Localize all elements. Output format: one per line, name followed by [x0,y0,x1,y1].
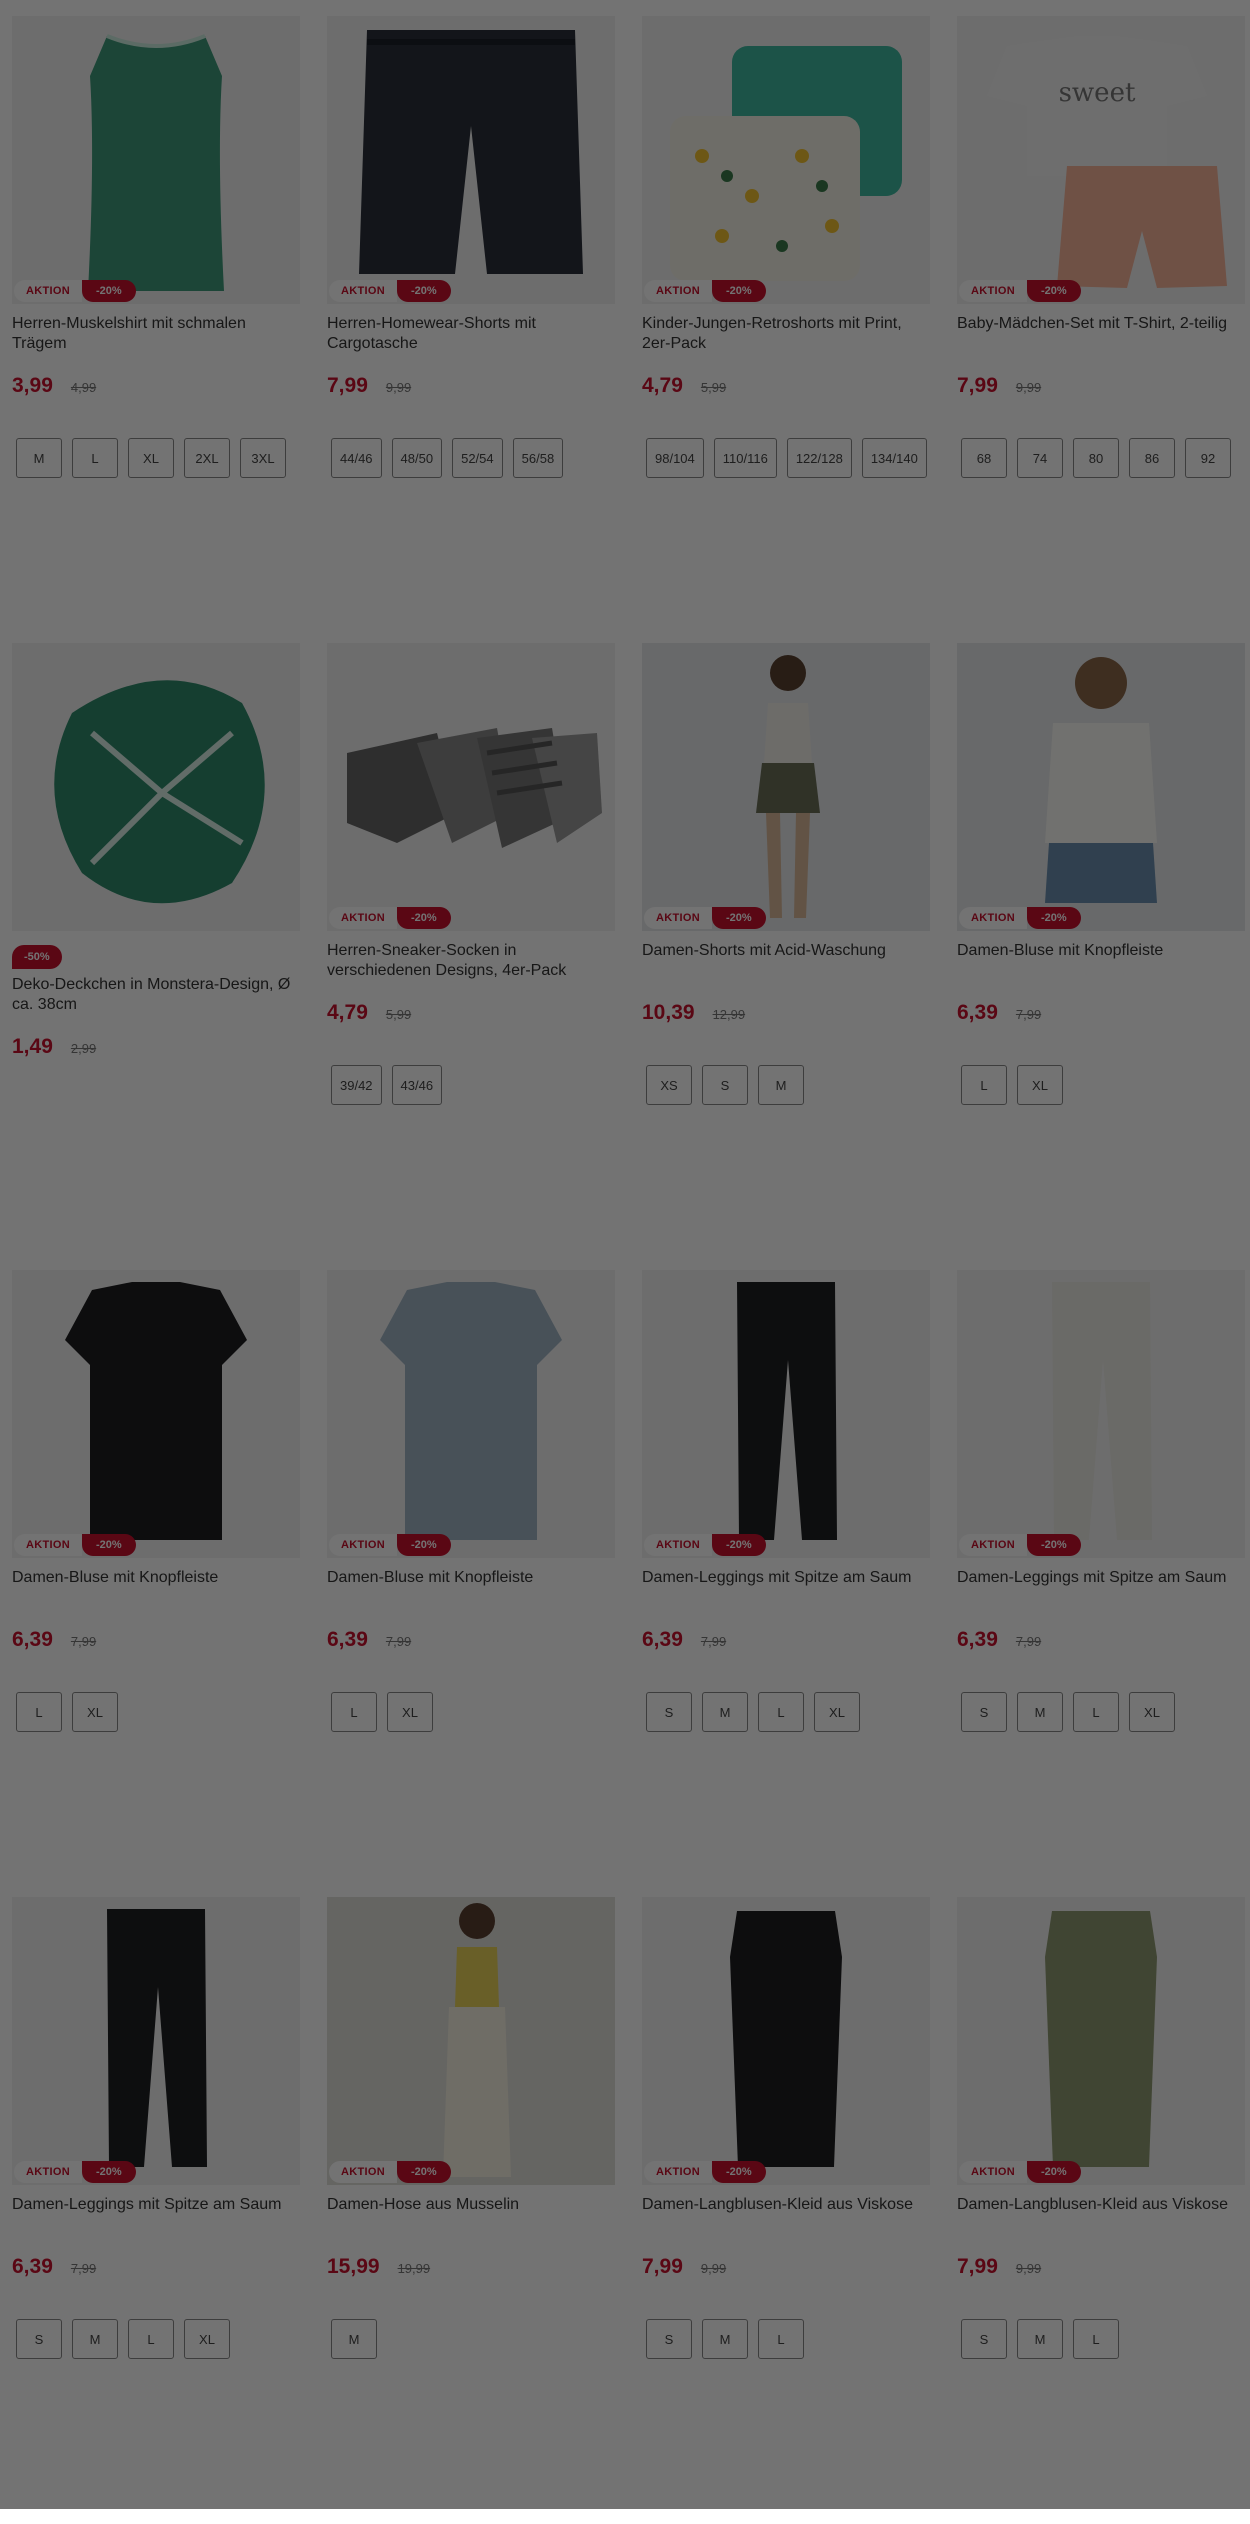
modal-backdrop-overlay[interactable] [0,0,1250,2509]
